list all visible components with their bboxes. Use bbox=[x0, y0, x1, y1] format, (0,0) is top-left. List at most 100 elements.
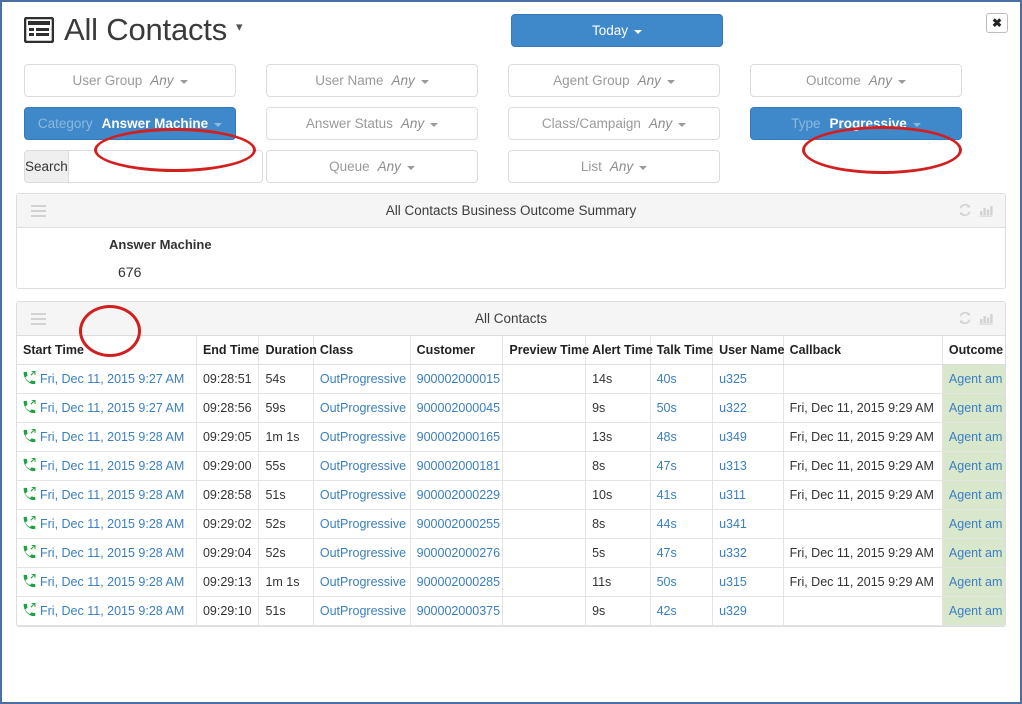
talk-time-link[interactable]: 48s bbox=[657, 430, 677, 444]
start-time-link[interactable]: Fri, Dec 11, 2015 9:28 AM bbox=[40, 546, 184, 560]
user-name-link[interactable]: u341 bbox=[719, 517, 747, 531]
table-row[interactable]: Fri, Dec 11, 2015 9:28 AM 09:29:02 52s OutP… bbox=[17, 509, 1005, 539]
column-header-preview-time[interactable]: Preview Time bbox=[502, 336, 589, 365]
filter-class-campaign[interactable]: Class/Campaign Any bbox=[508, 107, 720, 140]
outcome-link[interactable]: Agent am bbox=[949, 459, 1003, 473]
start-time-link[interactable]: Fri, Dec 11, 2015 9:28 AM bbox=[40, 517, 184, 531]
column-header-customer[interactable]: Customer bbox=[410, 336, 504, 365]
customer-link[interactable]: 900002000045 bbox=[417, 401, 500, 415]
user-name-link[interactable]: u322 bbox=[719, 401, 747, 415]
filter-user-name[interactable]: User Name Any bbox=[266, 64, 478, 97]
talk-time-link[interactable]: 42s bbox=[657, 604, 677, 618]
close-button[interactable]: ✖ bbox=[986, 13, 1008, 33]
today-period-button[interactable]: Today bbox=[511, 14, 723, 47]
start-time-link[interactable]: Fri, Dec 11, 2015 9:28 AM bbox=[40, 575, 184, 589]
table-row[interactable]: Fri, Dec 11, 2015 9:28 AM 09:29:10 51s OutP… bbox=[17, 596, 1005, 626]
customer-link[interactable]: 900002000015 bbox=[417, 372, 500, 386]
start-time-link[interactable]: Fri, Dec 11, 2015 9:28 AM bbox=[40, 604, 184, 618]
talk-time-link[interactable]: 40s bbox=[657, 372, 677, 386]
outcome-link[interactable]: Agent am bbox=[949, 517, 1003, 531]
cell-alert-time: 8s bbox=[585, 451, 651, 481]
class-link[interactable]: OutProgressive bbox=[320, 488, 406, 502]
user-name-link[interactable]: u349 bbox=[719, 430, 747, 444]
talk-time-link[interactable]: 50s bbox=[657, 575, 677, 589]
user-name-link[interactable]: u311 bbox=[719, 488, 746, 502]
bar-chart-icon[interactable] bbox=[979, 311, 993, 325]
filter-category[interactable]: Category Answer Machine bbox=[24, 107, 236, 140]
outcome-link[interactable]: Agent am bbox=[949, 575, 1003, 589]
cell-class: OutProgressive bbox=[313, 596, 411, 626]
customer-link[interactable]: 900002000375 bbox=[417, 604, 500, 618]
filter-type[interactable]: Type Progressive bbox=[750, 107, 962, 140]
start-time-link[interactable]: Fri, Dec 11, 2015 9:27 AM bbox=[40, 372, 184, 386]
talk-time-link[interactable]: 47s bbox=[657, 459, 677, 473]
user-name-link[interactable]: u329 bbox=[719, 604, 747, 618]
outcome-link[interactable]: Agent am bbox=[949, 546, 1003, 560]
talk-time-link[interactable]: 44s bbox=[657, 517, 677, 531]
refresh-icon[interactable] bbox=[958, 311, 972, 325]
column-header-duration[interactable]: Duration bbox=[258, 336, 317, 365]
class-link[interactable]: OutProgressive bbox=[320, 459, 406, 473]
search-input[interactable] bbox=[67, 150, 263, 183]
column-header-outcome[interactable]: Outcome bbox=[942, 336, 1005, 365]
outcome-link[interactable]: Agent am bbox=[949, 401, 1003, 415]
column-header-end-time[interactable]: End Time bbox=[196, 336, 260, 365]
start-time-link[interactable]: Fri, Dec 11, 2015 9:27 AM bbox=[40, 401, 184, 415]
table-row[interactable]: Fri, Dec 11, 2015 9:28 AM 09:29:05 1m 1s Ou… bbox=[17, 422, 1005, 452]
column-header-talk-time[interactable]: Talk Time bbox=[650, 336, 713, 365]
column-header-class[interactable]: Class bbox=[313, 336, 411, 365]
column-header-start-time[interactable]: Start Time bbox=[17, 336, 197, 365]
filter-user-group[interactable]: User Group Any bbox=[24, 64, 236, 97]
filter-row-1: User Group Any User Name Any Agent Group Any O… bbox=[24, 64, 998, 97]
summary-panel-header-icons bbox=[958, 203, 993, 217]
filter-list[interactable]: List Any bbox=[508, 150, 720, 183]
bar-chart-icon[interactable] bbox=[979, 203, 993, 217]
hamburger-icon[interactable] bbox=[31, 205, 46, 217]
column-header-user-name[interactable]: User Name bbox=[712, 336, 784, 365]
class-link[interactable]: OutProgressive bbox=[320, 546, 406, 560]
refresh-icon[interactable] bbox=[958, 203, 972, 217]
column-header-callback[interactable]: Callback bbox=[783, 336, 943, 365]
filter-agent-group[interactable]: Agent Group Any bbox=[508, 64, 720, 97]
customer-link[interactable]: 900002000229 bbox=[417, 488, 500, 502]
talk-time-link[interactable]: 50s bbox=[657, 401, 677, 415]
cell-customer: 900002000255 bbox=[410, 509, 504, 539]
page-title-caret-icon[interactable]: ▾ bbox=[236, 19, 243, 35]
customer-link[interactable]: 900002000285 bbox=[417, 575, 500, 589]
class-link[interactable]: OutProgressive bbox=[320, 430, 406, 444]
customer-link[interactable]: 900002000181 bbox=[417, 459, 500, 473]
class-link[interactable]: OutProgressive bbox=[320, 401, 406, 415]
user-name-link[interactable]: u332 bbox=[719, 546, 747, 560]
table-row[interactable]: Fri, Dec 11, 2015 9:27 AM 09:28:51 54s OutP… bbox=[17, 364, 1005, 394]
talk-time-link[interactable]: 41s bbox=[657, 488, 677, 502]
start-time-link[interactable]: Fri, Dec 11, 2015 9:28 AM bbox=[40, 488, 184, 502]
start-time-link[interactable]: Fri, Dec 11, 2015 9:28 AM bbox=[40, 459, 184, 473]
table-row[interactable]: Fri, Dec 11, 2015 9:28 AM 09:29:00 55s OutP… bbox=[17, 451, 1005, 481]
table-row[interactable]: Fri, Dec 11, 2015 9:27 AM 09:28:56 59s OutP… bbox=[17, 393, 1005, 423]
user-name-link[interactable]: u313 bbox=[719, 459, 747, 473]
table-row[interactable]: Fri, Dec 11, 2015 9:28 AM 09:29:04 52s OutP… bbox=[17, 538, 1005, 568]
page-title-group[interactable]: All Contacts ▾ bbox=[23, 14, 243, 45]
outcome-link[interactable]: Agent am bbox=[949, 430, 1003, 444]
talk-time-link[interactable]: 47s bbox=[657, 546, 677, 560]
user-name-link[interactable]: u315 bbox=[719, 575, 747, 589]
filter-answer-status[interactable]: Answer Status Any bbox=[266, 107, 478, 140]
start-time-link[interactable]: Fri, Dec 11, 2015 9:28 AM bbox=[40, 430, 184, 444]
customer-link[interactable]: 900002000276 bbox=[417, 546, 500, 560]
column-header-alert-time[interactable]: Alert Time bbox=[585, 336, 653, 365]
filter-outcome[interactable]: Outcome Any bbox=[750, 64, 962, 97]
outcome-link[interactable]: Agent am bbox=[949, 372, 1003, 386]
outcome-link[interactable]: Agent am bbox=[949, 488, 1003, 502]
table-row[interactable]: Fri, Dec 11, 2015 9:28 AM 09:28:58 51s OutP… bbox=[17, 480, 1005, 510]
class-link[interactable]: OutProgressive bbox=[320, 517, 406, 531]
outcome-link[interactable]: Agent am bbox=[949, 604, 1003, 618]
table-row[interactable]: Fri, Dec 11, 2015 9:28 AM 09:29:13 1m 1s Ou… bbox=[17, 567, 1005, 597]
class-link[interactable]: OutProgressive bbox=[320, 575, 406, 589]
class-link[interactable]: OutProgressive bbox=[320, 372, 406, 386]
user-name-link[interactable]: u325 bbox=[719, 372, 747, 386]
customer-link[interactable]: 900002000255 bbox=[417, 517, 500, 531]
customer-link[interactable]: 900002000165 bbox=[417, 430, 500, 444]
hamburger-icon[interactable] bbox=[31, 313, 46, 325]
class-link[interactable]: OutProgressive bbox=[320, 604, 406, 618]
filter-queue[interactable]: Queue Any bbox=[266, 150, 478, 183]
